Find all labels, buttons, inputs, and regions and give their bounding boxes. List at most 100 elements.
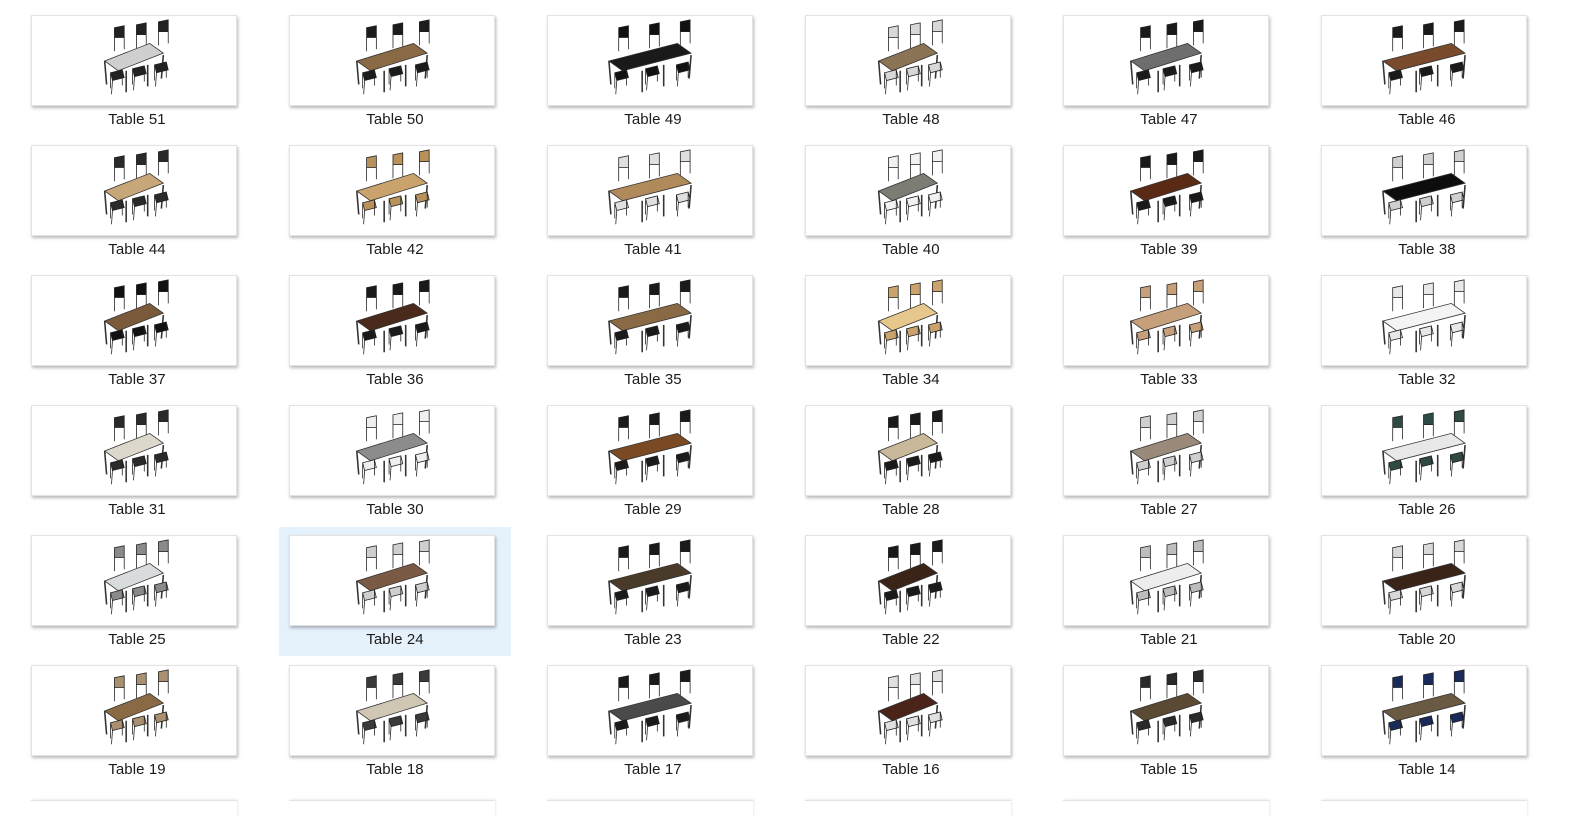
- file-thumbnail[interactable]: [1321, 535, 1527, 626]
- file-tile[interactable]: Table 23: [537, 527, 769, 656]
- file-tile[interactable]: Table 20: [1311, 527, 1543, 656]
- partial-thumbnail[interactable]: [805, 800, 1011, 818]
- file-tile[interactable]: Table 37: [21, 267, 253, 396]
- file-thumbnail[interactable]: [289, 275, 495, 366]
- file-tile[interactable]: Table 32: [1311, 267, 1543, 396]
- file-tile[interactable]: Table 30: [279, 397, 511, 526]
- file-thumbnail[interactable]: [1321, 405, 1527, 496]
- partial-thumbnail[interactable]: [547, 800, 753, 818]
- file-name-label[interactable]: Table 37: [21, 371, 253, 388]
- file-thumbnail[interactable]: [805, 15, 1011, 106]
- file-tile[interactable]: Table 22: [795, 527, 1027, 656]
- file-name-label[interactable]: Table 18: [279, 761, 511, 778]
- file-thumbnail[interactable]: [547, 665, 753, 756]
- file-name-label[interactable]: Table 44: [21, 241, 253, 258]
- file-thumbnail[interactable]: [31, 145, 237, 236]
- file-tile[interactable]: Table 39: [1053, 137, 1285, 266]
- partial-thumbnail[interactable]: [31, 800, 237, 818]
- file-thumbnail[interactable]: [289, 535, 495, 626]
- file-thumbnail[interactable]: [1063, 665, 1269, 756]
- file-thumbnail[interactable]: [547, 535, 753, 626]
- file-tile[interactable]: Table 24: [279, 527, 511, 656]
- file-thumbnail[interactable]: [289, 145, 495, 236]
- file-thumbnail[interactable]: [1321, 275, 1527, 366]
- file-thumbnail[interactable]: [289, 405, 495, 496]
- file-name-label[interactable]: Table 25: [21, 631, 253, 648]
- file-tile[interactable]: Table 50: [279, 7, 511, 136]
- file-tile[interactable]: Table 19: [21, 657, 253, 786]
- file-thumbnail[interactable]: [31, 15, 237, 106]
- file-name-label[interactable]: Table 31: [21, 501, 253, 518]
- file-thumbnail[interactable]: [1321, 665, 1527, 756]
- file-name-label[interactable]: Table 34: [795, 371, 1027, 388]
- file-tile[interactable]: Table 44: [21, 137, 253, 266]
- file-name-label[interactable]: Table 38: [1311, 241, 1543, 258]
- partial-thumbnail[interactable]: [1321, 800, 1527, 818]
- file-name-label[interactable]: Table 40: [795, 241, 1027, 258]
- file-thumbnail[interactable]: [547, 15, 753, 106]
- file-thumbnail[interactable]: [1063, 15, 1269, 106]
- file-tile[interactable]: Table 18: [279, 657, 511, 786]
- file-tile[interactable]: Table 47: [1053, 7, 1285, 136]
- file-name-label[interactable]: Table 28: [795, 501, 1027, 518]
- file-tile[interactable]: Table 26: [1311, 397, 1543, 526]
- file-thumbnail[interactable]: [1063, 405, 1269, 496]
- file-thumbnail[interactable]: [31, 405, 237, 496]
- file-name-label[interactable]: Table 35: [537, 371, 769, 388]
- file-tile[interactable]: Table 31: [21, 397, 253, 526]
- file-thumbnail[interactable]: [1063, 535, 1269, 626]
- file-tile[interactable]: Table 27: [1053, 397, 1285, 526]
- file-thumbnail[interactable]: [31, 275, 237, 366]
- file-thumbnail[interactable]: [547, 405, 753, 496]
- file-name-label[interactable]: Table 32: [1311, 371, 1543, 388]
- file-name-label[interactable]: Table 47: [1053, 111, 1285, 128]
- file-thumbnail[interactable]: [1063, 145, 1269, 236]
- file-tile[interactable]: Table 28: [795, 397, 1027, 526]
- file-tile[interactable]: Table 29: [537, 397, 769, 526]
- file-name-label[interactable]: Table 50: [279, 111, 511, 128]
- file-thumbnail[interactable]: [1063, 275, 1269, 366]
- file-tile[interactable]: Table 51: [21, 7, 253, 136]
- file-name-label[interactable]: Table 26: [1311, 501, 1543, 518]
- file-name-label[interactable]: Table 33: [1053, 371, 1285, 388]
- file-tile[interactable]: Table 36: [279, 267, 511, 396]
- file-name-label[interactable]: Table 24: [279, 631, 511, 648]
- file-name-label[interactable]: Table 41: [537, 241, 769, 258]
- file-name-label[interactable]: Table 19: [21, 761, 253, 778]
- file-tile[interactable]: Table 38: [1311, 137, 1543, 266]
- file-name-label[interactable]: Table 29: [537, 501, 769, 518]
- file-tile[interactable]: Table 14: [1311, 657, 1543, 786]
- file-thumbnail[interactable]: [31, 665, 237, 756]
- file-name-label[interactable]: Table 48: [795, 111, 1027, 128]
- file-name-label[interactable]: Table 23: [537, 631, 769, 648]
- file-tile[interactable]: Table 34: [795, 267, 1027, 396]
- file-tile[interactable]: Table 15: [1053, 657, 1285, 786]
- file-thumbnail[interactable]: [1321, 15, 1527, 106]
- file-name-label[interactable]: Table 51: [21, 111, 253, 128]
- file-name-label[interactable]: Table 27: [1053, 501, 1285, 518]
- file-tile[interactable]: Table 48: [795, 7, 1027, 136]
- partial-thumbnail[interactable]: [289, 800, 495, 818]
- file-thumbnail[interactable]: [1321, 145, 1527, 236]
- file-thumbnail[interactable]: [805, 665, 1011, 756]
- file-thumbnail[interactable]: [547, 275, 753, 366]
- file-name-label[interactable]: Table 46: [1311, 111, 1543, 128]
- file-name-label[interactable]: Table 20: [1311, 631, 1543, 648]
- file-name-label[interactable]: Table 36: [279, 371, 511, 388]
- file-name-label[interactable]: Table 39: [1053, 241, 1285, 258]
- file-tile[interactable]: Table 40: [795, 137, 1027, 266]
- file-tile[interactable]: Table 25: [21, 527, 253, 656]
- file-name-label[interactable]: Table 14: [1311, 761, 1543, 778]
- partial-thumbnail[interactable]: [1063, 800, 1269, 818]
- file-name-label[interactable]: Table 21: [1053, 631, 1285, 648]
- file-tile[interactable]: Table 42: [279, 137, 511, 266]
- file-thumbnail[interactable]: [289, 15, 495, 106]
- file-thumbnail[interactable]: [805, 535, 1011, 626]
- file-name-label[interactable]: Table 15: [1053, 761, 1285, 778]
- file-tile[interactable]: Table 16: [795, 657, 1027, 786]
- file-thumbnail[interactable]: [805, 405, 1011, 496]
- file-thumbnail[interactable]: [31, 535, 237, 626]
- file-tile[interactable]: Table 21: [1053, 527, 1285, 656]
- file-name-label[interactable]: Table 30: [279, 501, 511, 518]
- file-thumbnail[interactable]: [805, 275, 1011, 366]
